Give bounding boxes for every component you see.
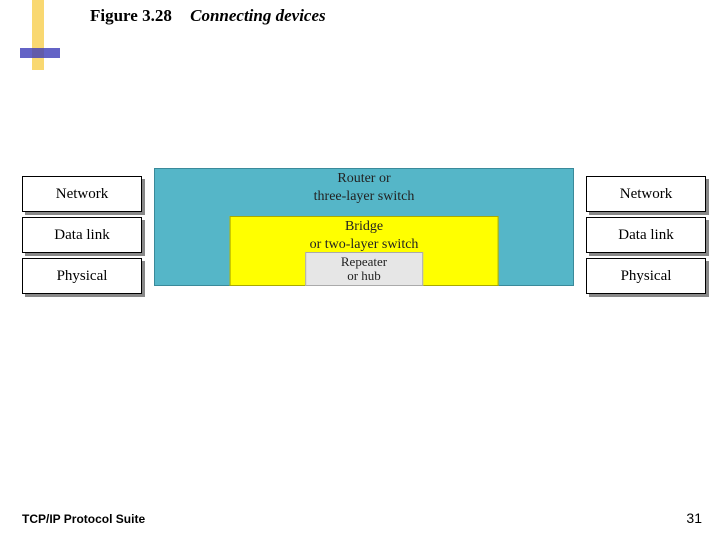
page-number: 31: [686, 510, 702, 526]
left-datalink-layer: Data link: [22, 217, 142, 253]
devices-pyramid: Router or three-layer switch Bridge or t…: [154, 176, 574, 296]
footer-book-title: TCP/IP Protocol Suite: [22, 512, 145, 526]
figure-caption: Connecting devices: [190, 6, 326, 25]
figure-number: Figure 3.28: [90, 6, 172, 25]
layer-label: Data link: [618, 227, 673, 244]
bridge-label-line2: or two-layer switch: [310, 237, 419, 253]
layer-label: Physical: [621, 268, 672, 285]
connecting-devices-diagram: Network Data link Physical Router or thr…: [22, 176, 706, 296]
layer-label: Network: [56, 186, 109, 203]
left-network-layer: Network: [22, 176, 142, 212]
router-label-line2: three-layer switch: [314, 189, 415, 205]
layer-label: Physical: [57, 268, 108, 285]
layer-label: Network: [620, 186, 673, 203]
right-network-layer: Network: [586, 176, 706, 212]
figure-title: Figure 3.28 Connecting devices: [90, 6, 326, 26]
right-datalink-layer: Data link: [586, 217, 706, 253]
repeater-label-line1: Repeater: [341, 255, 387, 269]
repeater-label-line2: or hub: [347, 269, 381, 283]
right-layer-stack: Network Data link Physical: [586, 176, 706, 296]
repeater-box: Repeater or hub: [305, 252, 423, 286]
layer-label: Data link: [54, 227, 109, 244]
slide-decoration: [20, 0, 60, 80]
left-layer-stack: Network Data link Physical: [22, 176, 142, 296]
right-physical-layer: Physical: [586, 258, 706, 294]
bridge-label-line1: Bridge: [345, 219, 383, 235]
left-physical-layer: Physical: [22, 258, 142, 294]
router-label-line1: Router or: [337, 171, 390, 187]
